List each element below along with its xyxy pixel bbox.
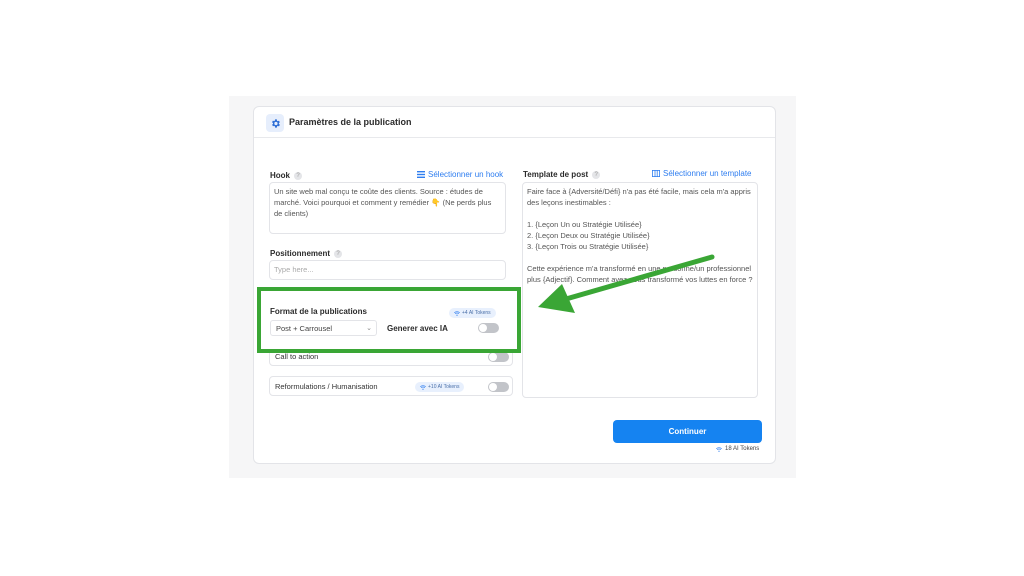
help-icon[interactable]: ? [334,249,343,258]
wifi-icon [454,310,460,316]
help-icon[interactable]: ? [592,170,601,179]
list-icon [417,171,425,178]
panel-title: Paramètres de la publication [289,117,412,127]
call-to-action-toggle[interactable] [488,352,509,362]
gear-icon [266,114,284,132]
reformulations-toggle[interactable] [488,382,509,392]
format-label: Format de la publications [270,307,367,316]
continue-button[interactable]: Continuer [613,420,762,443]
token-badge: +10 AI Tokens [415,382,465,392]
chevron-down-icon: ⌄ [366,325,372,332]
columns-icon [652,170,660,177]
call-to-action-label: Call to action [275,352,319,361]
screen: Paramètres de la publication Hook? Sélec… [0,0,1024,576]
template-label: Template de post? [523,170,601,179]
tokens-total: 18 AI Tokens [716,446,759,452]
generate-ai-label: Generer avec IA [387,324,448,333]
select-hook-link[interactable]: Sélectionner un hook [417,170,503,179]
positionnement-input[interactable]: Type here... [269,260,506,280]
reformulations-label: Reformulations / Humanisation [275,382,378,391]
wifi-icon [716,446,722,452]
wifi-icon [420,384,426,390]
positionnement-label: Positionnement? [270,249,343,258]
hook-label: Hook? [270,171,302,180]
hook-textarea[interactable]: Un site web mal conçu te coûte des clien… [269,182,506,234]
select-template-link[interactable]: Sélectionner un template [652,169,752,178]
help-icon[interactable]: ? [294,171,302,180]
format-select[interactable]: Post + Carrousel ⌄ [270,320,377,336]
token-badge: +4 AI Tokens [449,308,496,318]
generate-ai-toggle[interactable] [478,323,499,333]
template-textarea[interactable]: Faire face à {Adversité/Défi} n'a pas ét… [522,182,758,398]
reformulations-row: Reformulations / Humanisation +10 AI Tok… [269,376,513,396]
panel-header: Paramètres de la publication [254,107,775,138]
format-section: Format de la publications +4 AI Tokens P… [261,293,519,351]
